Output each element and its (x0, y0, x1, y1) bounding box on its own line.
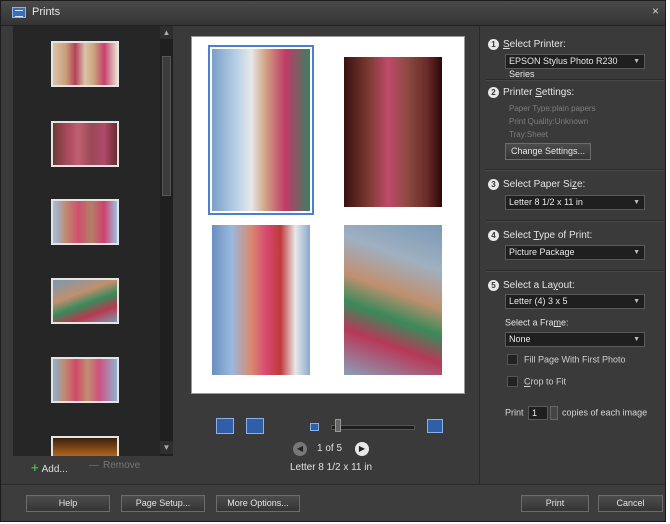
thumbnail-4[interactable] (51, 278, 119, 324)
chevron-down-icon: ▼ (633, 249, 640, 256)
zoom-slider-thumb[interactable] (334, 419, 341, 432)
zoom-slider[interactable] (331, 425, 415, 430)
copies-stepper[interactable] (550, 406, 559, 420)
copies-input[interactable]: 1 (528, 406, 549, 420)
print-button[interactable]: Print (521, 495, 589, 512)
step-1-label: 1 Select Printer: (488, 39, 566, 50)
zoom-in-icon[interactable] (427, 419, 443, 433)
divider (486, 169, 664, 171)
add-button[interactable]: + Add... (31, 460, 68, 475)
bottom-button-bar: Help Page Setup... More Options... Print… (1, 484, 665, 521)
thumbnail-5[interactable] (51, 357, 119, 403)
step-5-label: 5 Select a Layout: (488, 280, 575, 291)
preview-photo-1[interactable] (208, 45, 314, 215)
next-page-icon[interactable]: ▶ (355, 442, 369, 456)
chevron-down-icon: ▼ (633, 58, 640, 65)
chevron-down-icon: ▼ (633, 298, 640, 305)
chevron-down-icon: ▼ (633, 336, 640, 343)
page-setup-button[interactable]: Page Setup... (121, 495, 205, 512)
more-options-button[interactable]: More Options... (216, 495, 300, 512)
copies-row: Print 1 copies of each image (505, 406, 647, 420)
divider (486, 270, 664, 272)
paper-size-caption: Letter 8 1/2 x 11 in (289, 462, 373, 473)
close-icon[interactable]: × (652, 4, 659, 18)
frame-label: Select a Frame: (505, 317, 569, 328)
app-icon (12, 7, 26, 18)
plus-icon: + (31, 460, 39, 475)
page-indicator: 1 of 5 (317, 443, 343, 454)
photo-list-panel: ▲ ▼ (13, 26, 173, 456)
step-2-label: 2 Printer Settings: (488, 87, 574, 98)
zoom-out-icon[interactable] (310, 423, 319, 431)
scrollbar-thumb[interactable] (162, 56, 171, 196)
thumbnail-6[interactable] (51, 436, 119, 456)
layout-select[interactable]: Letter (4) 3 x 5 ▼ (505, 294, 645, 309)
help-button[interactable]: Help (26, 495, 110, 512)
thumbnail-1[interactable] (51, 41, 119, 87)
paper-size-select[interactable]: Letter 8 1/2 x 11 in ▼ (505, 195, 645, 210)
scroll-up-icon[interactable]: ▲ (160, 26, 173, 39)
divider (486, 220, 664, 222)
title-bar: Prints × (1, 1, 665, 26)
preview-tools: ◀ 1 of 5 ▶ Letter 8 1/2 x 11 in (191, 411, 471, 481)
chevron-down-icon: ▼ (633, 199, 640, 206)
change-settings-button[interactable]: Change Settings... (505, 143, 591, 160)
window-title: Prints (32, 6, 61, 18)
page-navigator: ◀ 1 of 5 ▶ (293, 442, 393, 458)
divider (486, 79, 664, 81)
minus-icon: — (89, 460, 99, 471)
copies-label: Print (505, 407, 524, 418)
previous-page-icon[interactable]: ◀ (293, 442, 307, 456)
rotate-left-icon[interactable] (216, 418, 234, 434)
step-3-label: 3 Select Paper Size: (488, 179, 585, 190)
settings-panel: 1 Select Printer: EPSON Stylus Photo R230… (479, 26, 665, 484)
print-quality-info: Print Quality:Unknown (509, 117, 589, 126)
fill-page-checkbox[interactable]: Fill Page With First Photo (507, 354, 626, 365)
rotate-right-icon[interactable] (246, 418, 264, 434)
remove-button[interactable]: — Remove (89, 460, 140, 471)
step-4-label: 4 Select Type of Print: (488, 230, 592, 241)
preview-photo-4[interactable] (344, 225, 442, 375)
printer-select[interactable]: EPSON Stylus Photo R230 Series ▼ (505, 54, 645, 79)
thumbnail-list (13, 26, 158, 456)
print-type-select[interactable]: Picture Package ▼ (505, 245, 645, 260)
scroll-down-icon[interactable]: ▼ (160, 441, 173, 454)
cancel-button[interactable]: Cancel (598, 495, 663, 512)
crop-to-fit-checkbox[interactable]: Crop to Fit (507, 376, 566, 387)
print-preview (191, 36, 465, 394)
photo-actions: + Add... — Remove (21, 460, 181, 476)
copies-suffix: copies of each image (562, 407, 648, 418)
preview-photo-2[interactable] (344, 57, 442, 207)
frame-select[interactable]: None ▼ (505, 332, 645, 347)
thumbnail-3[interactable] (51, 199, 119, 245)
prints-dialog: Prints × ▲ ▼ + Add... — Remove ◀ 1 of 5 … (0, 0, 666, 522)
preview-photo-3[interactable] (212, 225, 310, 375)
thumbnail-scrollbar[interactable]: ▲ ▼ (160, 26, 173, 456)
tray-info: Tray:Sheet (509, 130, 548, 139)
paper-type-info: Paper Type:plain papers (509, 104, 596, 113)
thumbnail-2[interactable] (51, 121, 119, 167)
